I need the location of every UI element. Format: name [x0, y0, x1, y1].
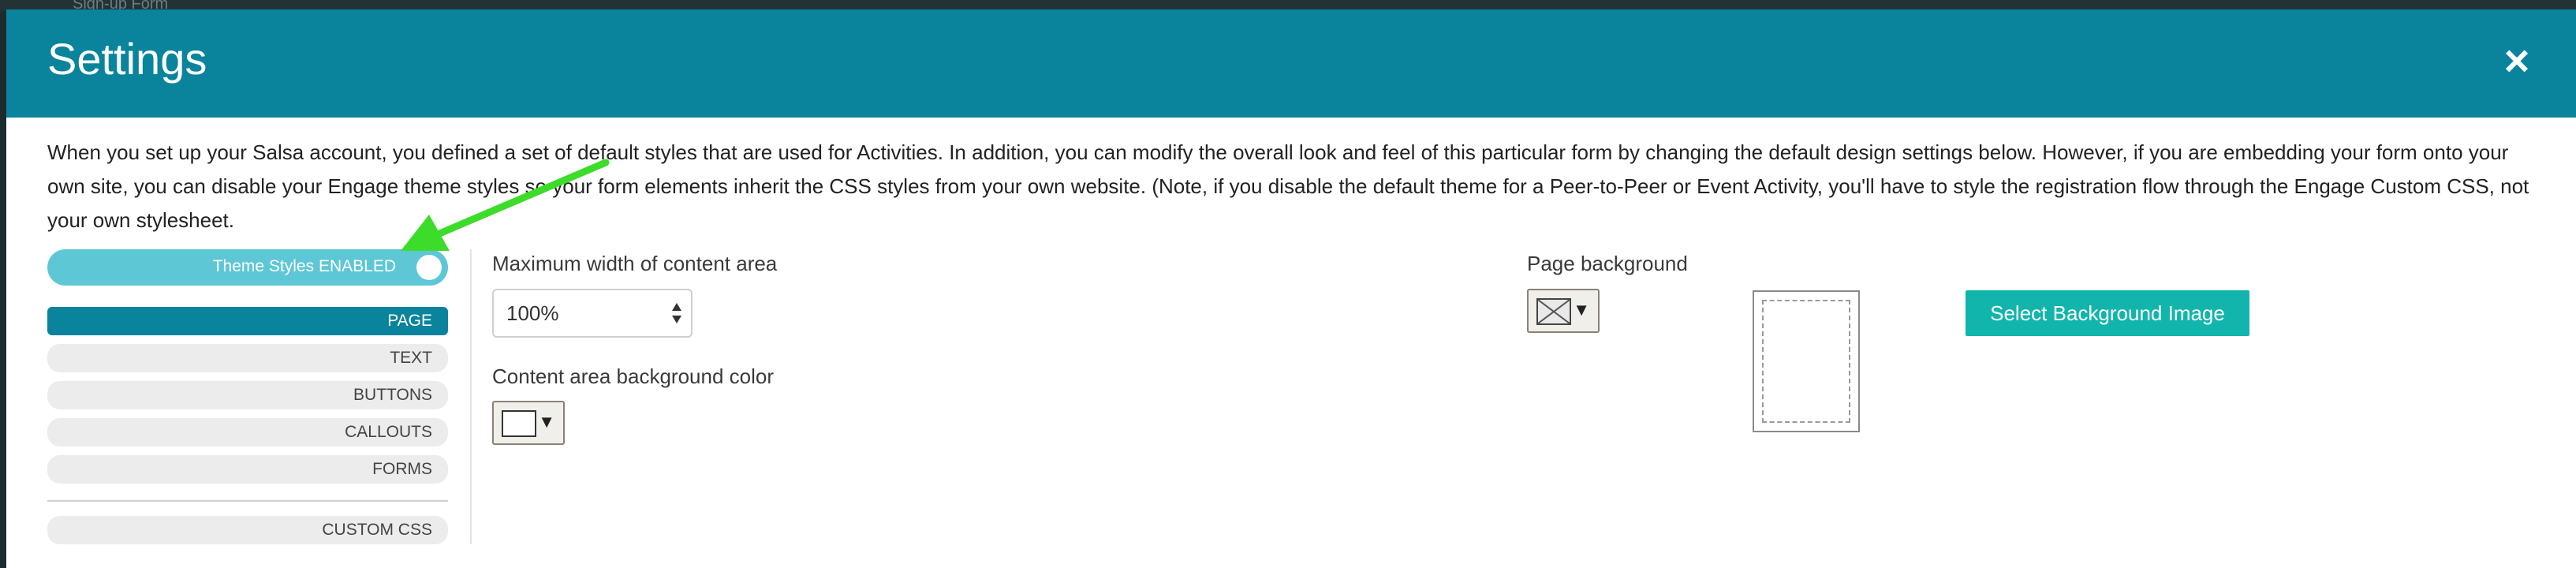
column-divider: [470, 249, 472, 544]
page-bg-label: Page background: [1527, 252, 1688, 275]
select-background-image-button[interactable]: Select Background Image: [1966, 290, 2249, 336]
dialog-title: Settings: [47, 34, 207, 84]
annotation-arrow-icon: [401, 159, 610, 251]
max-width-select[interactable]: 100%: [492, 289, 693, 338]
sidebar-item-buttons[interactable]: BUTTONS: [47, 381, 448, 409]
page-bg-color-picker[interactable]: ▼: [1527, 289, 1600, 333]
caret-down-icon: ▼: [1573, 300, 1590, 320]
theme-toggle-label: Theme Styles ENABLED: [212, 257, 396, 275]
empty-swatch-icon: [1536, 298, 1571, 325]
caret-down-icon: ▼: [538, 412, 555, 432]
dialog-header: Settings ×: [6, 9, 2576, 118]
sidebar-item-forms[interactable]: FORMS: [47, 455, 448, 484]
sidebar-item-page[interactable]: PAGE: [47, 307, 448, 335]
content-bg-color-picker[interactable]: ▼: [492, 401, 565, 445]
sidebar-item-text[interactable]: TEXT: [47, 344, 448, 372]
sidebar-item-custom-css[interactable]: CUSTOM CSS: [47, 516, 448, 544]
content-bg-swatch: [502, 410, 536, 437]
background-preview: [1753, 290, 1860, 432]
spinner-arrows-icon: [672, 303, 681, 323]
max-width-value: 100%: [506, 301, 559, 325]
sidebar-item-callouts[interactable]: CALLOUTS: [47, 418, 448, 447]
content-bg-label: Content area background color: [492, 364, 775, 388]
close-icon[interactable]: ×: [2496, 39, 2538, 83]
settings-dialog: Settings × When you set up your Salsa ac…: [6, 9, 2576, 568]
sidebar-divider: [47, 500, 448, 502]
background-preview-placeholder: [1762, 300, 1850, 423]
